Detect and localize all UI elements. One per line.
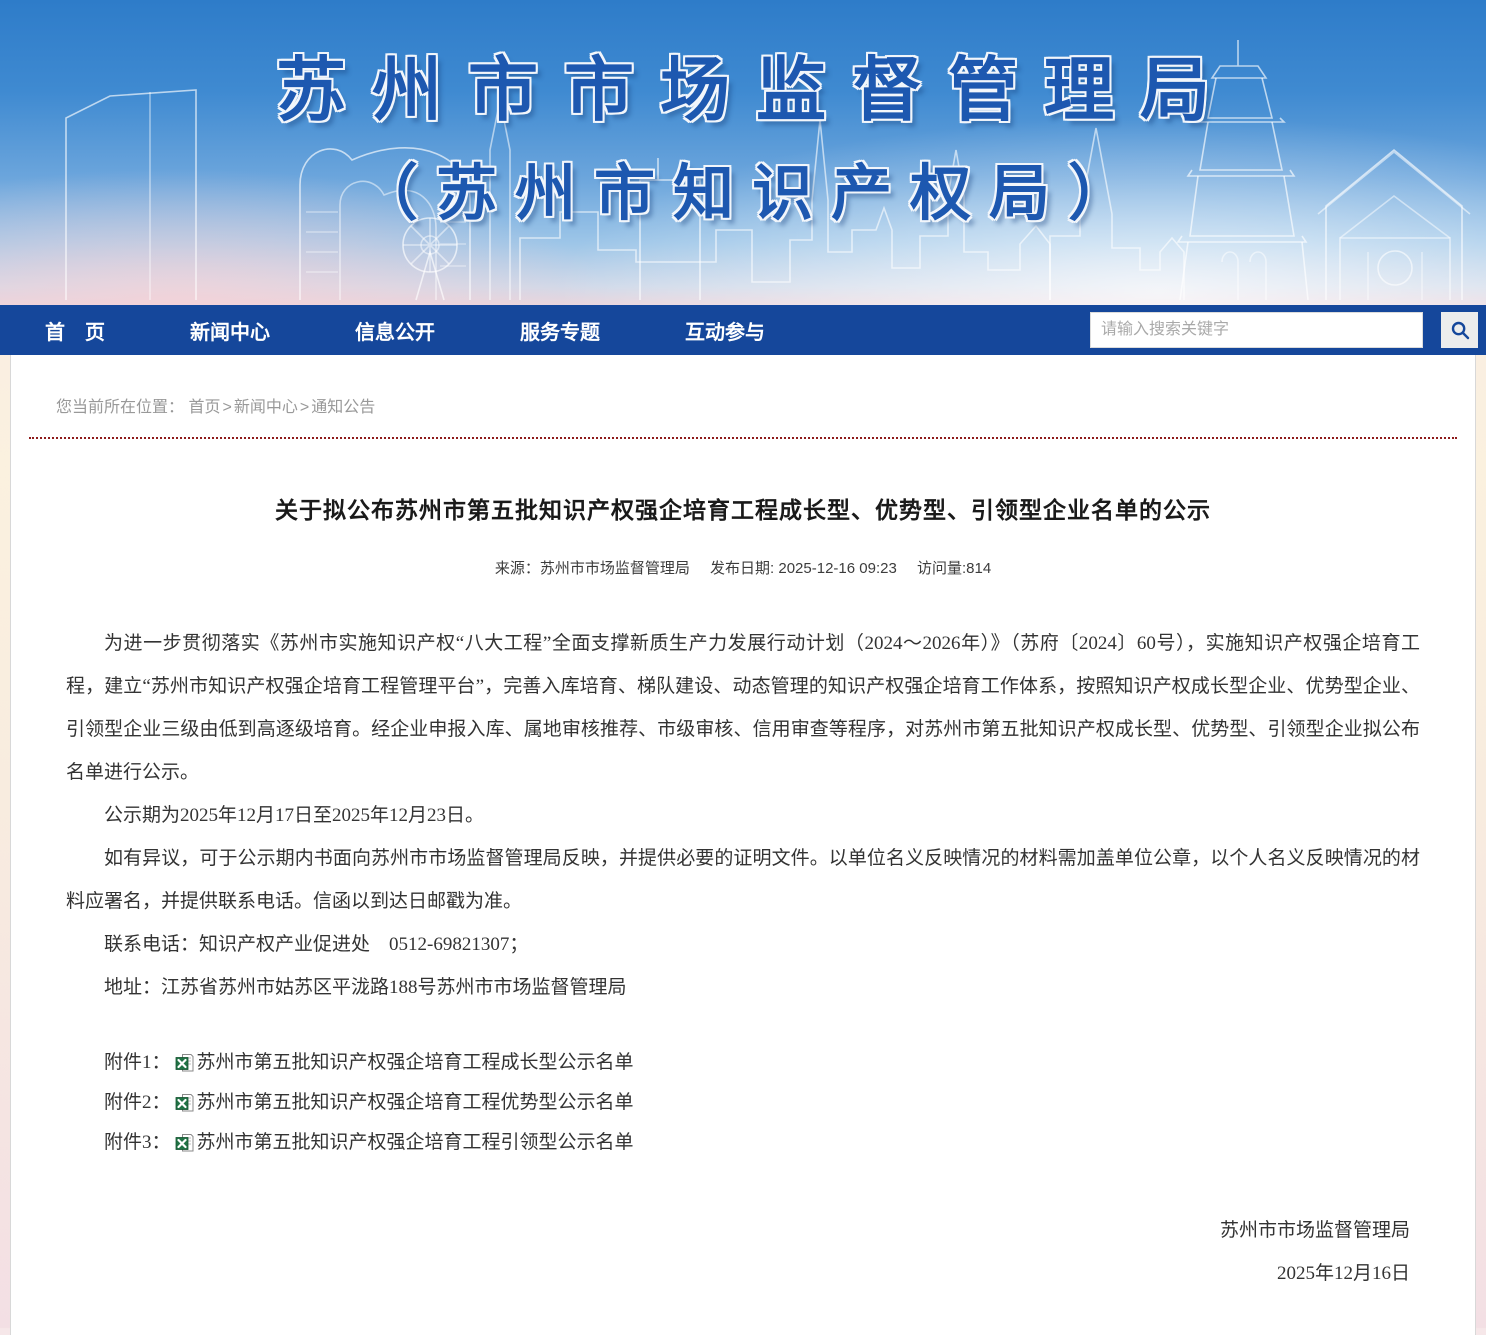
attachments-list: 附件1： 苏州市第五批知识产权强企培育工程成长型公示名单 附件2： [11, 1043, 1475, 1163]
attachment-row: 附件3： 苏州市第五批知识产权强企培育工程引领型公示名单 [66, 1123, 1420, 1163]
attachment-link-leading-list[interactable]: 苏州市第五批知识产权强企培育工程引领型公示名单 [197, 1123, 634, 1163]
search-box [1090, 312, 1478, 348]
content-container: 您当前所在位置： 首页>新闻中心>通知公告 关于拟公布苏州市第五批知识产权强企培… [10, 355, 1476, 1335]
signature-date: 2025年12月16日 [11, 1252, 1410, 1295]
article-title: 关于拟公布苏州市第五批知识产权强企培育工程成长型、优势型、引领型企业名单的公示 [11, 491, 1475, 525]
site-banner: 苏州市市场监督管理局 （苏州市知识产权局） [0, 0, 1486, 305]
nav-item-home[interactable]: 首 页 [45, 316, 105, 345]
site-title-line2: （苏州市知识产权局） [339, 143, 1147, 232]
site-title-line1: 苏州市市场监督管理局 [250, 34, 1236, 135]
meta-date-label: 发布日期: [710, 560, 774, 577]
signature-org: 苏州市市场监督管理局 [11, 1209, 1410, 1252]
paragraph: 如有异议，可于公示期内书面向苏州市市场监督管理局反映，并提供必要的证明文件。以单… [66, 837, 1420, 923]
excel-file-icon [175, 1093, 195, 1113]
nav-item-info-disclosure[interactable]: 信息公开 [355, 316, 435, 345]
paragraph-contact-phone: 联系电话：知识产权产业促进处 0512-69821307； [66, 923, 1420, 966]
attachment-row: 附件1： 苏州市第五批知识产权强企培育工程成长型公示名单 [66, 1043, 1420, 1083]
paragraph: 为进一步贯彻落实《苏州市实施知识产权“八大工程”全面支撑新质生产力发展行动计划（… [66, 622, 1420, 794]
paragraph-address: 地址：江苏省苏州市姑苏区平泷路188号苏州市市场监督管理局 [66, 966, 1420, 1009]
breadcrumb-separator: > [222, 399, 231, 416]
attachment-label: 附件2： [104, 1083, 171, 1123]
nav-item-news[interactable]: 新闻中心 [190, 316, 270, 345]
breadcrumb: 您当前所在位置： 首页>新闻中心>通知公告 [11, 355, 1475, 437]
nav-item-interaction[interactable]: 互动参与 [685, 316, 765, 345]
main-navigation: 首 页 新闻中心 信息公开 服务专题 互动参与 [0, 305, 1486, 355]
breadcrumb-prefix: 您当前所在位置： [56, 399, 184, 416]
search-input[interactable] [1090, 312, 1423, 348]
article-meta: 来源：苏州市市场监督管理局 发布日期: 2025-12-16 09:23 访问量… [11, 557, 1475, 578]
breadcrumb-link-notices[interactable]: 通知公告 [311, 399, 375, 416]
article-signature: 苏州市市场监督管理局 2025年12月16日 [11, 1209, 1475, 1295]
excel-file-icon [175, 1053, 195, 1073]
attachment-label: 附件1： [104, 1043, 171, 1083]
attachment-link-advantage-list[interactable]: 苏州市第五批知识产权强企培育工程优势型公示名单 [197, 1083, 634, 1123]
search-icon [1450, 320, 1470, 340]
article-body: 为进一步贯彻落实《苏州市实施知识产权“八大工程”全面支撑新质生产力发展行动计划（… [11, 622, 1475, 1009]
breadcrumb-divider [29, 437, 1457, 439]
attachment-row: 附件2： 苏州市第五批知识产权强企培育工程优势型公示名单 [66, 1083, 1420, 1123]
meta-source-value: 苏州市市场监督管理局 [540, 560, 690, 577]
meta-date-value: 2025-12-16 09:23 [778, 560, 896, 577]
paragraph: 公示期为2025年12月17日至2025年12月23日。 [66, 794, 1420, 837]
breadcrumb-separator: > [300, 399, 309, 416]
attachment-link-growth-list[interactable]: 苏州市第五批知识产权强企培育工程成长型公示名单 [197, 1043, 634, 1083]
meta-views-label: 访问量: [917, 560, 966, 577]
meta-source-label: 来源： [495, 560, 540, 577]
search-button[interactable] [1441, 312, 1478, 348]
breadcrumb-link-news[interactable]: 新闻中心 [234, 399, 298, 416]
breadcrumb-link-home[interactable]: 首页 [188, 399, 220, 416]
attachment-label: 附件3： [104, 1123, 171, 1163]
nav-item-service-topics[interactable]: 服务专题 [520, 316, 600, 345]
excel-file-icon [175, 1133, 195, 1153]
meta-views-value: 814 [966, 560, 991, 577]
